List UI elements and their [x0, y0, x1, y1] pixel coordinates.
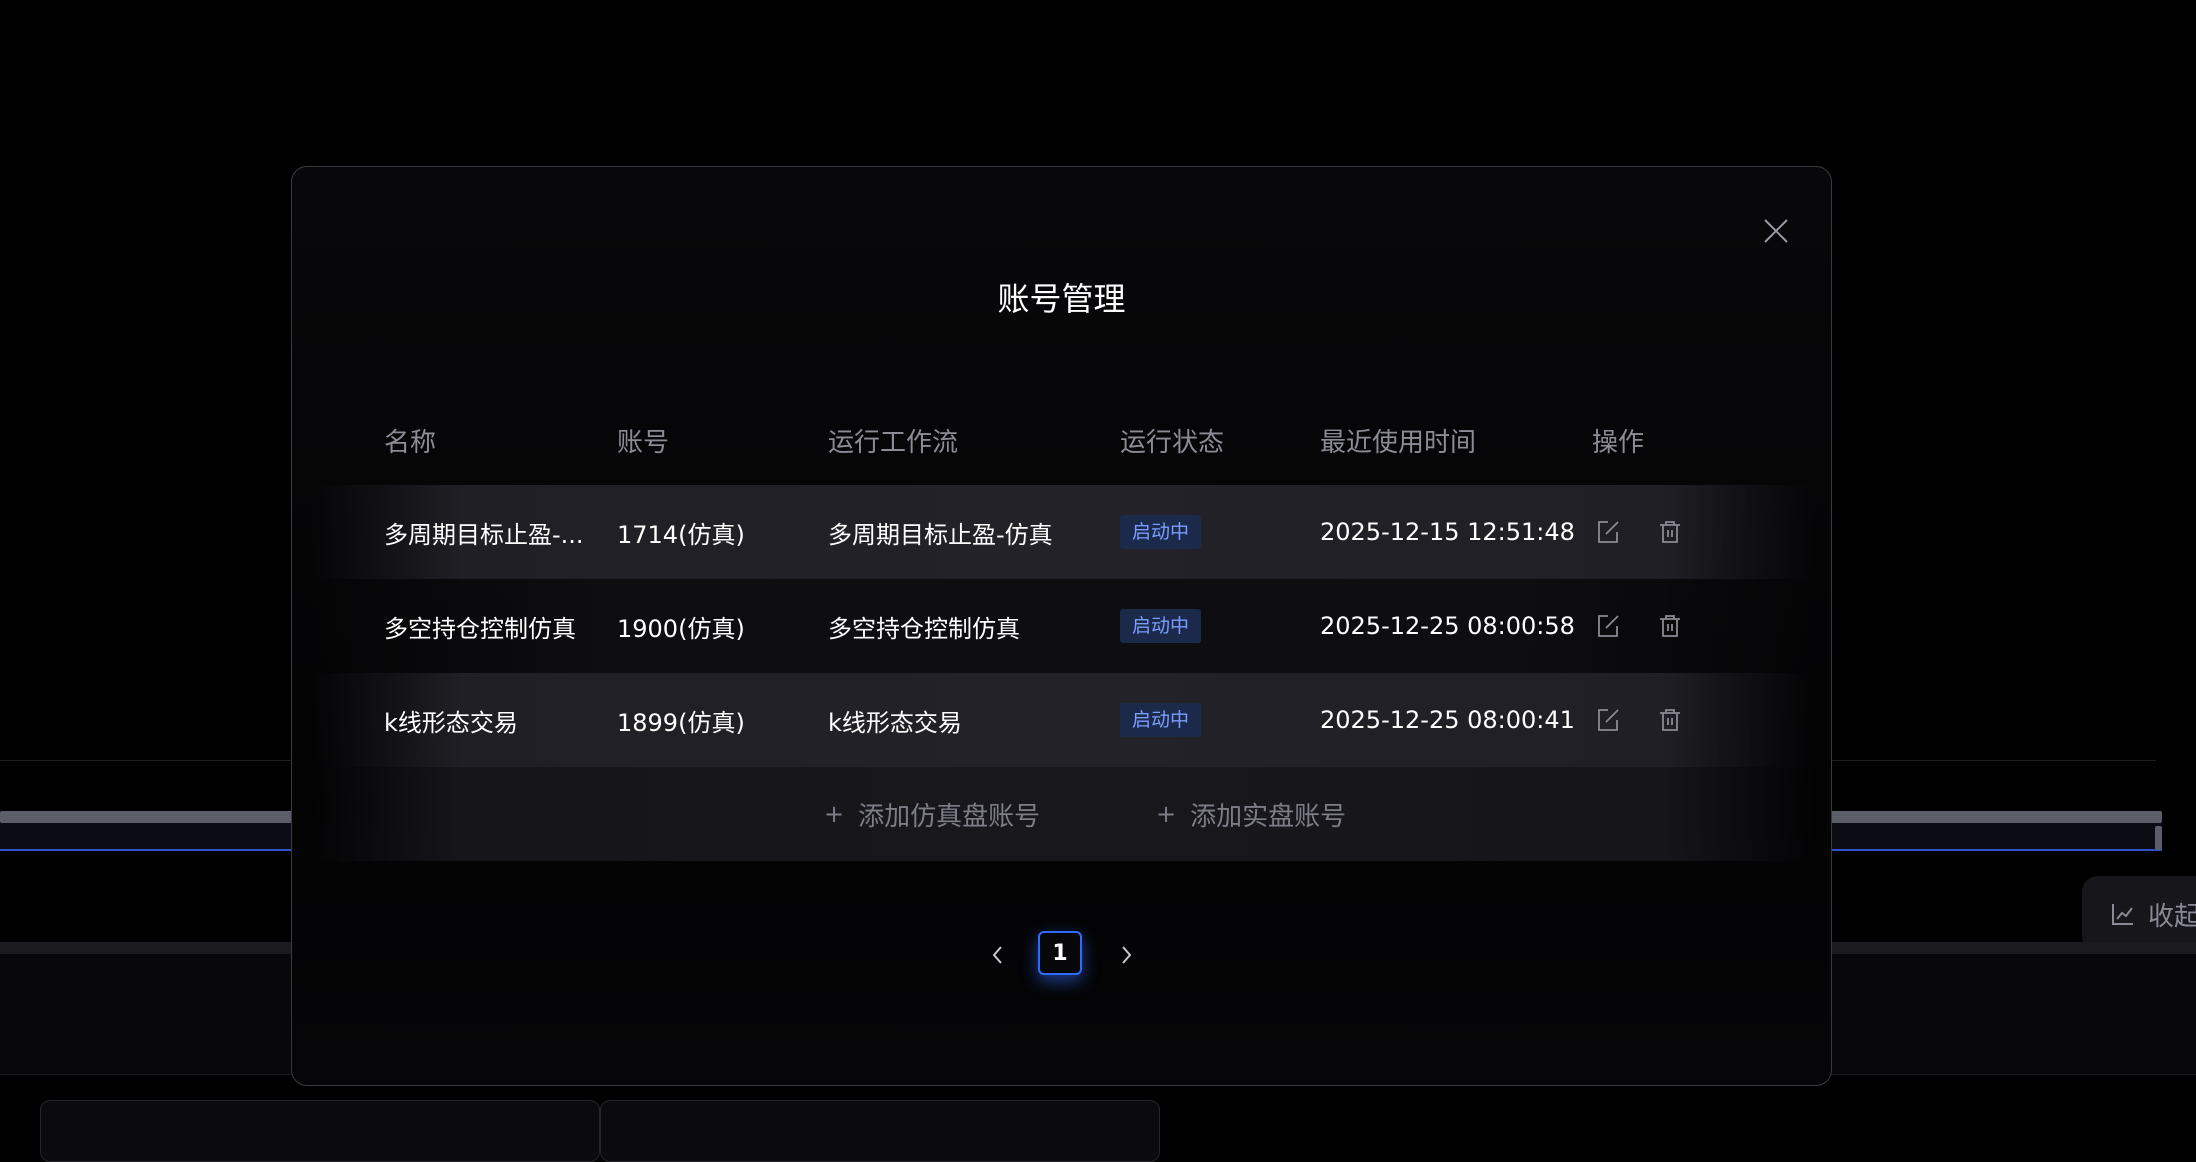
add-simulation-account-label: 添加仿真盘账号 [858, 801, 1041, 832]
prev-page-button[interactable] [978, 931, 1018, 979]
page-1-button[interactable]: 1 [1038, 931, 1082, 975]
close-icon [1764, 219, 1788, 243]
row-actions [1592, 673, 1686, 767]
edit-icon [1598, 615, 1619, 637]
add-simulation-account-button[interactable]: + 添加仿真盘账号 [824, 767, 1040, 861]
row-last-used: 2025-12-25 08:00:58 [1320, 612, 1575, 640]
row-name: 多周期目标止盈-... [384, 520, 584, 549]
add-account-row: + 添加仿真盘账号 + 添加实盘账号 [312, 767, 1813, 861]
table-row: 多空持仓控制仿真 1900(仿真) 多空持仓控制仿真 启动中 2025-12-2… [312, 579, 1813, 673]
next-page-button[interactable] [1106, 931, 1146, 979]
edit-button[interactable] [1592, 704, 1624, 736]
row-workflow: 多空持仓控制仿真 [828, 614, 1020, 643]
panel-card [600, 1100, 1160, 1162]
column-header-status: 运行状态 [1120, 427, 1225, 458]
column-header-last-used: 最近使用时间 [1320, 427, 1477, 458]
add-real-account-button[interactable]: + 添加实盘账号 [1156, 767, 1346, 861]
plus-icon: + [1156, 800, 1177, 828]
row-status-cell: 启动中 [1120, 673, 1202, 767]
collapse-button[interactable]: 收起 [2082, 876, 2196, 952]
row-name-cell: 多空持仓控制仿真 [384, 579, 576, 673]
delete-icon [1660, 521, 1680, 543]
delete-button[interactable] [1654, 610, 1686, 642]
accounts-table: 名称 账号 运行工作流 运行状态 最近使用时间 操作 多周期目标止盈-... 1… [312, 395, 1813, 861]
plus-icon: + [824, 800, 845, 828]
delete-button[interactable] [1654, 516, 1686, 548]
table-row: k线形态交易 1899(仿真) k线形态交易 启动中 2025-12-25 08… [312, 673, 1813, 767]
add-real-account-label: 添加实盘账号 [1190, 801, 1347, 832]
delete-icon [1660, 615, 1680, 637]
row-account: 1899(仿真) [617, 708, 745, 737]
row-actions [1592, 579, 1686, 673]
account-management-dialog: 账号管理 名称 账号 运行工作流 运行状态 最近使用时间 操作 多周期目标止盈-… [291, 166, 1832, 1086]
status-badge: 启动中 [1120, 515, 1202, 549]
row-name-cell: 多周期目标止盈-... [384, 485, 584, 579]
column-header-workflow: 运行工作流 [828, 427, 959, 458]
close-button[interactable] [1754, 209, 1798, 253]
delete-button[interactable] [1654, 704, 1686, 736]
delete-icon [1660, 709, 1680, 731]
table-row: 多周期目标止盈-... 1714(仿真) 多周期目标止盈-仿真 启动中 2025… [312, 485, 1813, 579]
edit-icon [1598, 709, 1619, 731]
status-badge: 启动中 [1120, 609, 1202, 643]
row-last-used: 2025-12-15 12:51:48 [1320, 518, 1575, 546]
row-name: 多空持仓控制仿真 [384, 614, 576, 643]
chevron-left-icon [992, 946, 1002, 964]
row-workflow: 多周期目标止盈-仿真 [828, 520, 1053, 549]
row-account: 1900(仿真) [617, 614, 745, 643]
column-header-name: 名称 [384, 427, 437, 458]
chevron-right-icon [1122, 946, 1132, 964]
row-workflow: k线形态交易 [828, 708, 962, 737]
column-header-actions: 操作 [1592, 427, 1645, 458]
row-account: 1714(仿真) [617, 520, 745, 549]
row-name-cell: k线形态交易 [384, 673, 518, 767]
table-header: 名称 账号 运行工作流 运行状态 最近使用时间 操作 [312, 395, 1813, 485]
column-header-account: 账号 [617, 427, 670, 458]
dialog-title: 账号管理 [997, 280, 1126, 318]
status-badge: 启动中 [1120, 703, 1202, 737]
pagination: 1 [292, 931, 1831, 979]
row-name: k线形态交易 [384, 708, 518, 737]
row-last-used: 2025-12-25 08:00:41 [1320, 706, 1575, 734]
row-status-cell: 启动中 [1120, 579, 1202, 673]
chart-line-icon [2112, 904, 2133, 925]
row-actions [1592, 485, 1686, 579]
edit-button[interactable] [1592, 516, 1624, 548]
timeline-handle[interactable] [2155, 826, 2162, 850]
row-status-cell: 启动中 [1120, 485, 1202, 579]
panel-card [40, 1100, 600, 1162]
collapse-label: 收起 [2148, 901, 2196, 932]
edit-button[interactable] [1592, 610, 1624, 642]
edit-icon [1598, 521, 1619, 543]
